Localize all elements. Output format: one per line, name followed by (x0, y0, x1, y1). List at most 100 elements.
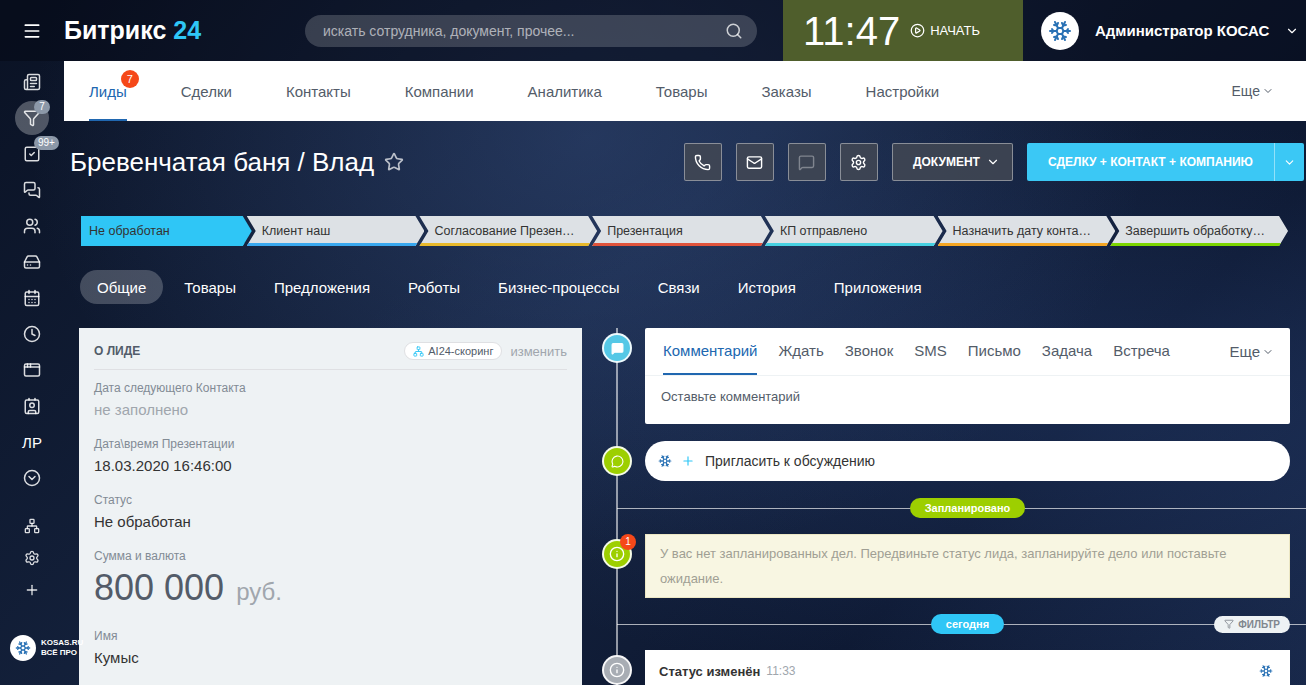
sidebar-item-bubble (15, 65, 49, 99)
caret-icon (1285, 24, 1299, 38)
stage[interactable]: Клиент наш (247, 216, 425, 246)
sidebar-tool-bubble (15, 541, 49, 575)
page-title: Бревенчатая баня / Влад (70, 147, 374, 178)
convert-menu-button[interactable] (1274, 143, 1304, 181)
composer-tab[interactable]: Задача (1042, 328, 1092, 375)
favorite-button[interactable] (384, 152, 404, 172)
field-value: Не обработан (94, 512, 567, 532)
crm-nav-item[interactable]: Заказы (761, 61, 811, 121)
sidebar-item[interactable] (0, 352, 64, 388)
detail-tab[interactable]: Общие (80, 270, 163, 304)
sidebar-item-label: ЛР (22, 434, 42, 451)
user-menu[interactable]: Администратор КОСАС (1023, 12, 1299, 50)
invite-avatar (655, 451, 675, 471)
sidebar-item-bubble: ЛР (15, 425, 49, 459)
caret-icon (1283, 156, 1296, 169)
detail-tab[interactable]: Связи (641, 270, 717, 304)
crm-nav-label: Лиды (89, 83, 127, 100)
entry-avatar (1256, 661, 1276, 681)
stage[interactable]: Презентация (592, 216, 770, 246)
sidebar-item[interactable] (0, 388, 64, 424)
composer-tab[interactable]: Комментарий (663, 328, 757, 375)
edit-link[interactable]: изменить (510, 344, 567, 359)
scoring-label: AI24-скоринг (428, 345, 493, 357)
stage[interactable]: Завершить обработку… (1110, 216, 1288, 246)
sidebar-item[interactable]: ЛР (0, 424, 64, 460)
menu-button[interactable] (0, 21, 64, 41)
sidebar-item[interactable] (0, 172, 64, 208)
toolbar-icon-button[interactable] (736, 143, 774, 181)
sidebar-item[interactable] (0, 64, 64, 100)
composer-more-label: Еще (1229, 343, 1260, 360)
entry-author[interactable] (1256, 661, 1276, 681)
start-button[interactable]: НАЧАТЬ (910, 23, 980, 38)
composer-tab[interactable]: Звонок (845, 328, 893, 375)
sidebar-item[interactable] (0, 460, 64, 496)
detail-tab[interactable]: Роботы (391, 270, 477, 304)
toolbar-icon-button[interactable] (840, 143, 878, 181)
today-divider: сегодняФИЛЬТР (600, 612, 1290, 636)
scoring-chip[interactable]: AI24-скоринг (404, 342, 502, 360)
field-label: Дата следующего Контакта (94, 380, 567, 396)
detail-tab[interactable]: История (721, 270, 813, 304)
sidebar-item[interactable] (0, 316, 64, 352)
stage-label: Завершить обработку… (1125, 224, 1265, 238)
sidebar-item[interactable]: 99+ (0, 136, 64, 172)
invite-button[interactable]: Пригласить к обсуждению (645, 441, 1290, 481)
sidebar-tool[interactable] (0, 510, 64, 542)
chat-icon (23, 181, 41, 199)
crm-nav-item[interactable]: Настройки (866, 61, 940, 121)
stage[interactable]: Согласование Презен… (419, 216, 597, 246)
detail-tab[interactable]: Предложения (257, 270, 387, 304)
detail-tab[interactable]: Товары (167, 270, 253, 304)
toolbar-icon-button[interactable] (684, 143, 722, 181)
composer-tab[interactable]: Письмо (968, 328, 1021, 375)
timeline-entry: Статус изменён11:33 (600, 650, 1290, 685)
composer-more[interactable]: Еще (1229, 328, 1274, 375)
filter-button[interactable]: ФИЛЬТР (1214, 616, 1290, 633)
crm-nav: Лиды7 Сделки Контакты Компании Аналитика Това… (64, 61, 1306, 121)
sidebar-item[interactable]: 7 (0, 100, 64, 136)
convert-button[interactable]: СДЕЛКУ + КОНТАКТ + КОМПАНИЮ (1027, 143, 1304, 181)
detail-tab[interactable]: Бизнес-процессы (481, 270, 637, 304)
search-icon (725, 22, 743, 40)
crm-nav-more[interactable]: Еще (1232, 61, 1275, 121)
sidebar-item[interactable] (0, 280, 64, 316)
crm-nav-label: Сделки (181, 83, 232, 100)
stage[interactable]: КП отправлено (765, 216, 943, 246)
composer-tab[interactable]: Ждать (778, 328, 823, 375)
crm-nav-item[interactable]: Аналитика (528, 61, 602, 121)
scoring-icon (413, 346, 424, 357)
crm-nav-item[interactable]: Контакты (286, 61, 351, 121)
add-mark (681, 454, 695, 468)
caret-icon (986, 155, 1000, 169)
sidebar-tool-bubble (15, 573, 49, 607)
detail-tab[interactable]: Приложения (817, 270, 939, 304)
document-button[interactable]: ДОКУМЕНТ (892, 143, 1013, 181)
search-field[interactable]: искать сотрудника, документ, прочее... (305, 15, 757, 47)
sidebar-tool[interactable] (0, 542, 64, 574)
partner-logo[interactable]: KOSAS.RUВСЁ ПРО (0, 635, 83, 661)
stage[interactable]: Не обработан (81, 216, 252, 246)
convert-label: СДЕЛКУ + КОНТАКТ + КОМПАНИЮ (1027, 143, 1274, 181)
composer-tab[interactable]: Встреча (1113, 328, 1170, 375)
crm-nav-item[interactable]: Сделки (181, 61, 232, 121)
sidebar-item[interactable] (0, 244, 64, 280)
crm-nav-label: Заказы (761, 83, 811, 100)
crm-nav-item[interactable]: Лиды7 (89, 61, 127, 121)
planned-row: 1У вас нет запланированных дел. Передвин… (600, 534, 1290, 598)
composer-tab[interactable]: SMS (914, 328, 947, 375)
info-marker: 1 (602, 539, 632, 569)
sidebar-item[interactable] (0, 208, 64, 244)
crm-nav-item[interactable]: Компании (405, 61, 474, 121)
crm-nav-more-label: Еще (1232, 83, 1261, 99)
logo[interactable]: Битрикс24 (64, 16, 305, 45)
crm-nav-item[interactable]: Товары (656, 61, 708, 121)
crm-nav-label: Компании (405, 83, 474, 100)
sidebar-item-bubble (15, 245, 49, 279)
stage[interactable]: Назначить дату конта… (938, 216, 1116, 246)
comment-input[interactable]: Оставьте комментарий (645, 376, 1290, 424)
planned-divider: Запланировано (600, 496, 1290, 520)
sidebar-tool[interactable] (0, 574, 64, 606)
money-amount: 800 000 (94, 568, 224, 608)
